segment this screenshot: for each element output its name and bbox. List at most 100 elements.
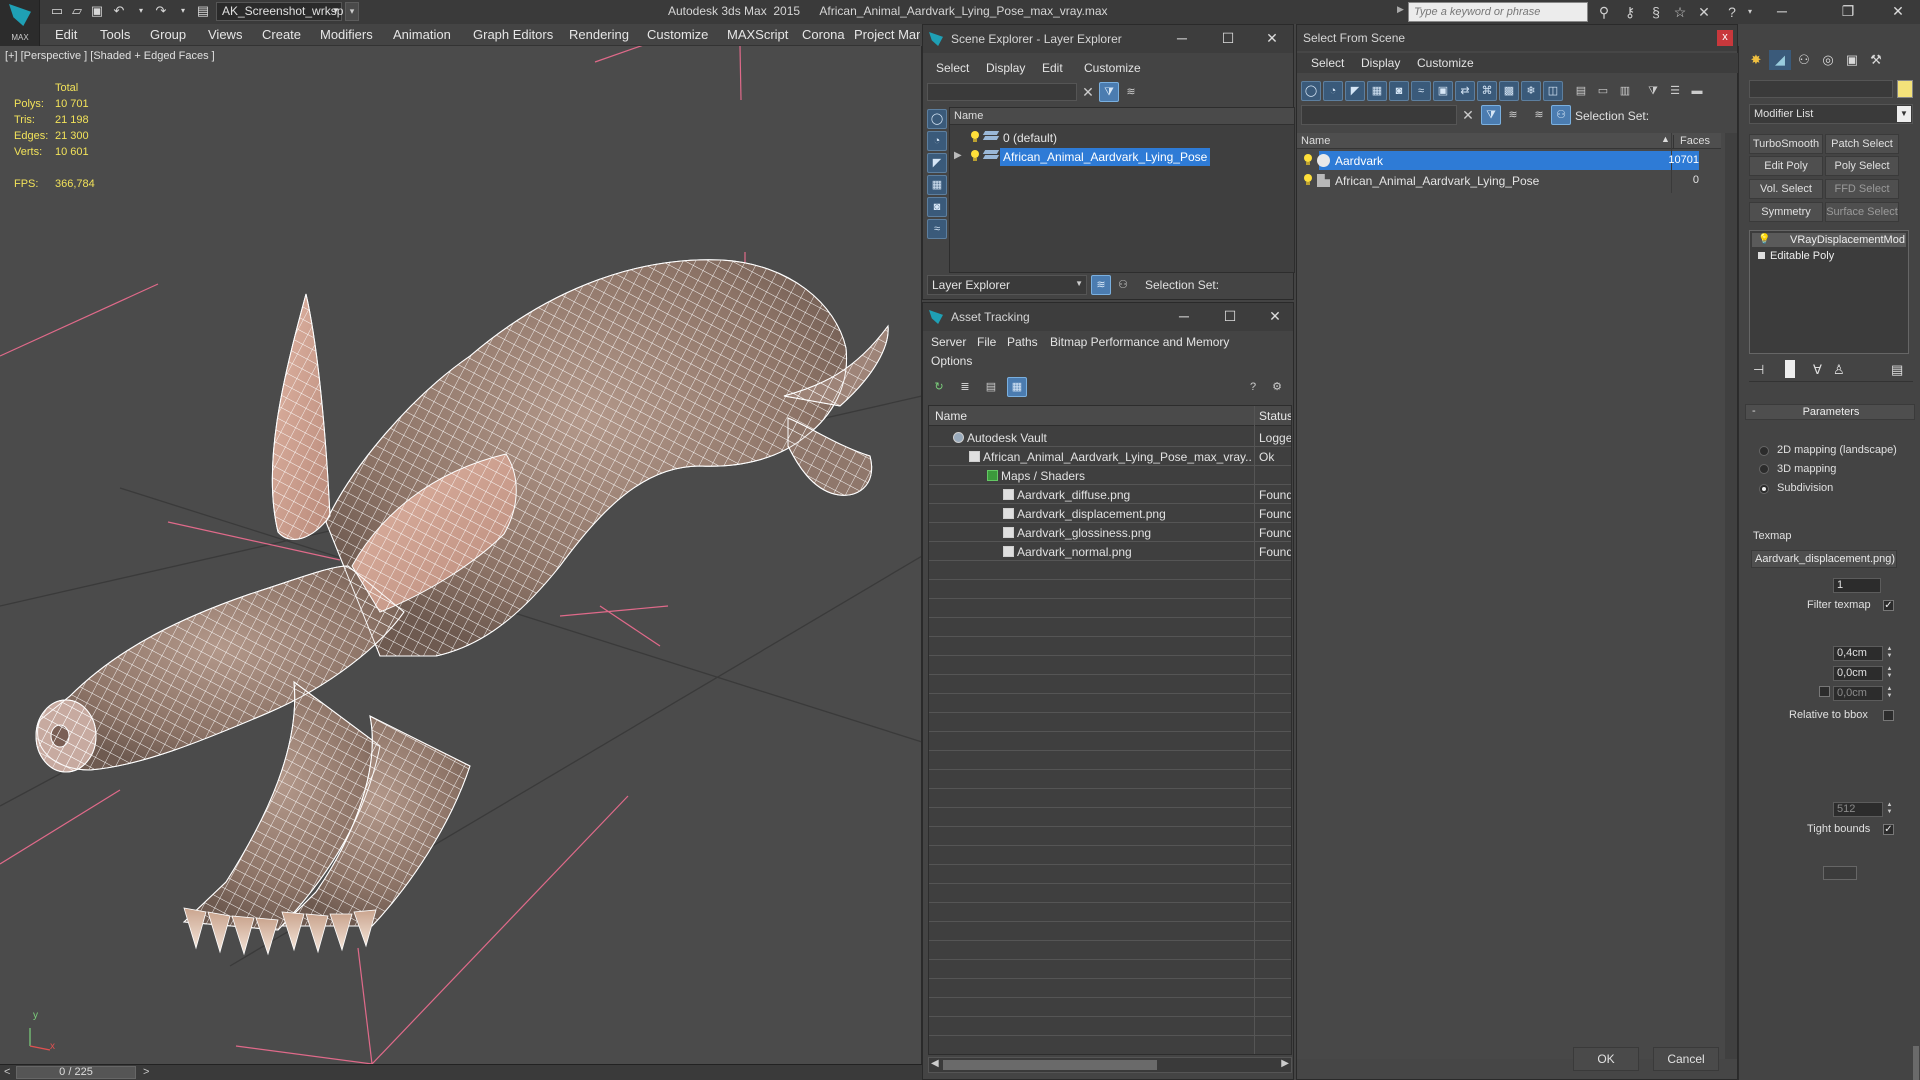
- display-cameras-icon[interactable]: ▦: [1367, 81, 1387, 101]
- vertical-scrollbar[interactable]: [1725, 133, 1737, 1059]
- maximize-icon[interactable]: ☐: [1219, 307, 1241, 327]
- object-color-swatch[interactable]: [1897, 80, 1913, 98]
- undo-dropdown-icon[interactable]: ▾: [132, 2, 150, 20]
- symmetry-button[interactable]: Symmetry: [1749, 202, 1823, 222]
- new-file-icon[interactable]: ▭: [48, 2, 66, 20]
- display-shapes-icon[interactable]: ◔: [1323, 81, 1343, 101]
- amount-spinner[interactable]: 0,4cm: [1833, 646, 1883, 661]
- sfs-menu-customize[interactable]: Customize: [1417, 56, 1474, 70]
- collapse-icon[interactable]: ▬: [1687, 81, 1707, 101]
- asset-row[interactable]: Aardvark_diffuse.png Found: [929, 485, 1291, 504]
- help-dropdown-icon[interactable]: ▾: [1740, 2, 1760, 22]
- se-menu-select[interactable]: Select: [936, 61, 969, 75]
- at-menu-paths[interactable]: Paths: [1007, 335, 1038, 349]
- display-helpers-icon[interactable]: ◙: [927, 197, 947, 217]
- menu-rendering[interactable]: Rendering: [569, 27, 629, 42]
- patch-select-button[interactable]: Patch Select: [1825, 134, 1899, 154]
- radio-3d-mapping[interactable]: [1759, 464, 1769, 474]
- at-menu-bitmap-performance[interactable]: Bitmap Performance and Memory: [1050, 335, 1229, 349]
- modifier-list-dropdown[interactable]: Modifier List ▼: [1749, 104, 1913, 124]
- open-file-icon[interactable]: ▱: [68, 2, 86, 20]
- settings-icon[interactable]: ⚙: [1267, 377, 1287, 397]
- resolution-spinner[interactable]: 512: [1833, 802, 1883, 817]
- time-slider[interactable]: 0 / 225: [16, 1066, 136, 1079]
- close-button[interactable]: x: [1717, 30, 1733, 46]
- modify-panel-icon[interactable]: ◢: [1769, 50, 1791, 70]
- display-cameras-icon[interactable]: ▦: [927, 175, 947, 195]
- menu-edit[interactable]: Edit: [55, 27, 77, 42]
- minimize-icon[interactable]: ─: [1173, 307, 1195, 327]
- tight-bounds-checkbox[interactable]: ✓: [1883, 824, 1894, 835]
- surface-select-button[interactable]: Surface Select: [1825, 202, 1899, 222]
- light-bulb-icon[interactable]: [1303, 174, 1313, 186]
- asset-row[interactable]: African_Animal_Aardvark_Lying_Pose_max_v…: [929, 447, 1291, 466]
- menu-animation[interactable]: Animation: [393, 27, 451, 42]
- undo-icon[interactable]: ↶: [110, 2, 128, 20]
- help-icon[interactable]: ?: [1243, 377, 1263, 397]
- customize-toolbar-button[interactable]: ▾: [345, 2, 359, 21]
- panel-scrollbar[interactable]: [1913, 1046, 1919, 1080]
- column-header-faces[interactable]: Faces: [1673, 135, 1710, 149]
- project-folder-icon[interactable]: ▤: [194, 2, 212, 20]
- ffd-select-button[interactable]: FFD Select: [1825, 179, 1899, 199]
- asset-row[interactable]: Autodesk Vault Logged: [929, 428, 1291, 447]
- sort-ascending-icon[interactable]: ▲: [1661, 134, 1670, 144]
- spinner-arrows-icon[interactable]: ▲ ▼: [1885, 646, 1894, 661]
- perspective-viewport[interactable]: [+] [Perspective ] [Shaded + Edged Faces…: [0, 46, 922, 1064]
- display-shapes-icon[interactable]: ◔: [927, 131, 947, 151]
- light-bulb-icon[interactable]: 💡: [1758, 234, 1770, 245]
- scrollbar-thumb[interactable]: [943, 1060, 1157, 1070]
- viewport-label[interactable]: [+] [Perspective ] [Shaded + Edged Faces…: [5, 50, 215, 62]
- scene-explorer-titlebar[interactable]: Scene Explorer - Layer Explorer ─ ☐ ✕: [923, 25, 1293, 53]
- stack-item[interactable]: Editable Poly: [1752, 249, 1906, 263]
- display-frozen-icon[interactable]: ❄: [1521, 81, 1541, 101]
- at-menu-options[interactable]: Options: [931, 354, 972, 368]
- expand-arrow-icon[interactable]: ▶: [954, 150, 962, 161]
- display-geometry-icon[interactable]: ◯: [1301, 81, 1321, 101]
- stack-item[interactable]: 💡 VRayDisplacementMod: [1752, 233, 1906, 247]
- object-row[interactable]: African_Animal_Aardvark_Lying_Pose 0: [1297, 171, 1721, 190]
- menu-corona[interactable]: Corona: [802, 27, 845, 42]
- display-geometry-icon[interactable]: ◯: [927, 109, 947, 129]
- menu-modifiers[interactable]: Modifiers: [320, 27, 373, 42]
- display-panel-icon[interactable]: ▣: [1841, 50, 1863, 70]
- horizontal-scrollbar[interactable]: ◀ ▶: [928, 1057, 1292, 1073]
- clear-search-icon[interactable]: ✕: [1079, 83, 1097, 101]
- layer-row[interactable]: 0 (default): [950, 128, 1294, 147]
- app-logo[interactable]: MAX: [0, 0, 40, 46]
- at-menu-server[interactable]: Server: [931, 335, 966, 349]
- display-spacewarps-icon[interactable]: ≈: [927, 219, 947, 239]
- menu-group[interactable]: Group: [150, 27, 186, 42]
- turbosmooth-button[interactable]: TurboSmooth: [1749, 134, 1823, 154]
- water-level-spinner[interactable]: 0,0cm: [1833, 686, 1883, 701]
- display-hidden-icon[interactable]: ◫: [1543, 81, 1563, 101]
- display-helpers-icon[interactable]: ◙: [1389, 81, 1409, 101]
- menu-project-manager[interactable]: Project Man: [854, 27, 920, 42]
- motion-panel-icon[interactable]: ◎: [1817, 50, 1839, 70]
- make-unique-icon[interactable]: ∀: [1813, 362, 1822, 378]
- layers-add-icon[interactable]: ≋: [1121, 82, 1141, 102]
- stack-expand-icon[interactable]: [1758, 252, 1765, 259]
- filter-icon[interactable]: ⧩: [1643, 81, 1663, 101]
- water-level-checkbox[interactable]: [1819, 686, 1830, 697]
- communication-x-icon[interactable]: ✕: [1694, 2, 1714, 22]
- previous-frame-button[interactable]: <: [4, 1066, 10, 1078]
- utilities-panel-icon[interactable]: ⚒: [1865, 50, 1887, 70]
- display-groups-icon[interactable]: ▣: [1433, 81, 1453, 101]
- filter-icon[interactable]: ⧩: [1481, 105, 1501, 125]
- filter-list-icon[interactable]: ☰: [1665, 81, 1685, 101]
- redo-icon[interactable]: ↷: [152, 2, 170, 20]
- restore-icon[interactable]: ❐: [1826, 0, 1870, 24]
- filter-texmap-checkbox[interactable]: ✓: [1883, 600, 1894, 611]
- display-all-icon[interactable]: ▤: [1571, 81, 1591, 101]
- ok-button[interactable]: OK: [1573, 1047, 1639, 1071]
- asset-row[interactable]: Aardvark_normal.png Found: [929, 542, 1291, 561]
- asset-row[interactable]: Aardvark_glossiness.png Found: [929, 523, 1291, 542]
- light-bulb-icon[interactable]: [1303, 154, 1313, 166]
- display-lights-icon[interactable]: ◤: [1345, 81, 1365, 101]
- asset-row[interactable]: Aardvark_displacement.png Found: [929, 504, 1291, 523]
- hierarchy-icon[interactable]: ⚇: [1113, 275, 1133, 295]
- at-menu-file[interactable]: File: [977, 335, 996, 349]
- hierarchy-icon[interactable]: ⚇: [1551, 105, 1571, 125]
- display-containers-icon[interactable]: ▩: [1499, 81, 1519, 101]
